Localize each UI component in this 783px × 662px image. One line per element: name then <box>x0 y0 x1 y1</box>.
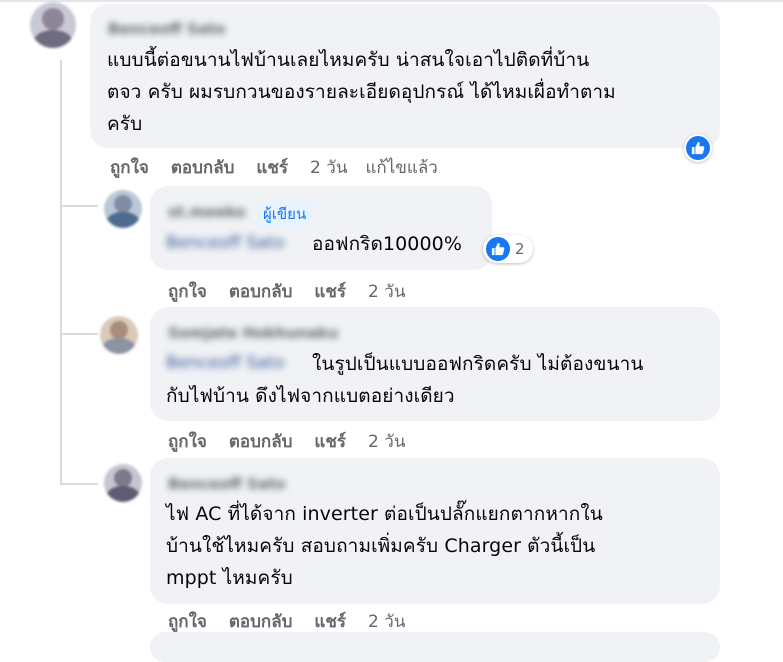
reply-button[interactable]: ตอบกลับ <box>229 282 293 302</box>
like-icon <box>686 136 710 160</box>
share-button[interactable]: แชร์ <box>256 158 288 178</box>
like-button[interactable]: ถูกใจ <box>110 158 149 178</box>
comment-text: แบบนี้ต่อขนานไฟบ้านเลยไหมครับ น่าสนใจเอา… <box>107 49 616 135</box>
share-button[interactable]: แชร์ <box>314 612 346 632</box>
reaction-count: 2 <box>515 240 525 258</box>
timestamp[interactable]: 2 วัน <box>368 282 405 302</box>
reply-text: ในรูปเป็นแบบออฟกริดครับ ไม่ต้องขนาน กับไ… <box>166 353 644 407</box>
top-divider <box>0 0 783 2</box>
thread-branch <box>60 205 98 207</box>
share-button[interactable]: แชร์ <box>314 282 346 302</box>
like-button[interactable]: ถูกใจ <box>168 612 207 632</box>
reply-button[interactable]: ตอบกลับ <box>229 432 293 452</box>
reply-actions: ถูกใจ ตอบกลับ แชร์ 2 วัน <box>168 428 423 455</box>
share-button[interactable]: แชร์ <box>314 432 346 452</box>
like-button[interactable]: ถูกใจ <box>168 282 207 302</box>
reply-author[interactable]: Somjate Hokhunaku <box>168 324 338 342</box>
timestamp[interactable]: 2 วัน <box>368 432 405 452</box>
thread-line <box>60 60 62 485</box>
avatar[interactable] <box>30 2 76 48</box>
reaction-badge[interactable] <box>684 134 712 162</box>
reply-author[interactable]: Benceoff Sato <box>168 475 285 493</box>
comment-author[interactable]: Benceoff Sato <box>108 20 225 38</box>
reply-author[interactable]: st.meeko <box>168 203 246 221</box>
avatar[interactable] <box>104 464 142 502</box>
like-icon <box>486 237 510 261</box>
reaction-badge[interactable]: 2 <box>483 235 533 263</box>
mention-tag[interactable]: Benceoff Sato <box>166 233 285 253</box>
reply-actions: ถูกใจ ตอบกลับ แชร์ 2 วัน <box>168 278 423 305</box>
edited-label[interactable]: แก้ไขแล้ว <box>365 158 437 178</box>
reply-text: ไฟ AC ที่ได้จาก inverter ต่อเป็นปลั๊กแยก… <box>166 503 603 589</box>
reply-actions: ถูกใจ ตอบกลับ แชร์ 2 วัน <box>168 608 423 635</box>
next-reply-bubble <box>150 632 720 662</box>
author-badge: ผู้เขียน <box>257 201 313 227</box>
reply-button[interactable]: ตอบกลับ <box>229 612 293 632</box>
timestamp[interactable]: 2 วัน <box>310 158 347 178</box>
reply-text: ออฟกริด10000% <box>312 233 463 255</box>
avatar[interactable] <box>100 316 138 354</box>
like-button[interactable]: ถูกใจ <box>168 432 207 452</box>
thread-branch <box>60 483 98 485</box>
avatar[interactable] <box>104 190 142 228</box>
thread-branch <box>60 333 98 335</box>
comment-actions: ถูกใจ ตอบกลับ แชร์ 2 วัน แก้ไขแล้ว <box>110 154 456 181</box>
timestamp[interactable]: 2 วัน <box>368 612 405 632</box>
reply-button[interactable]: ตอบกลับ <box>171 158 235 178</box>
